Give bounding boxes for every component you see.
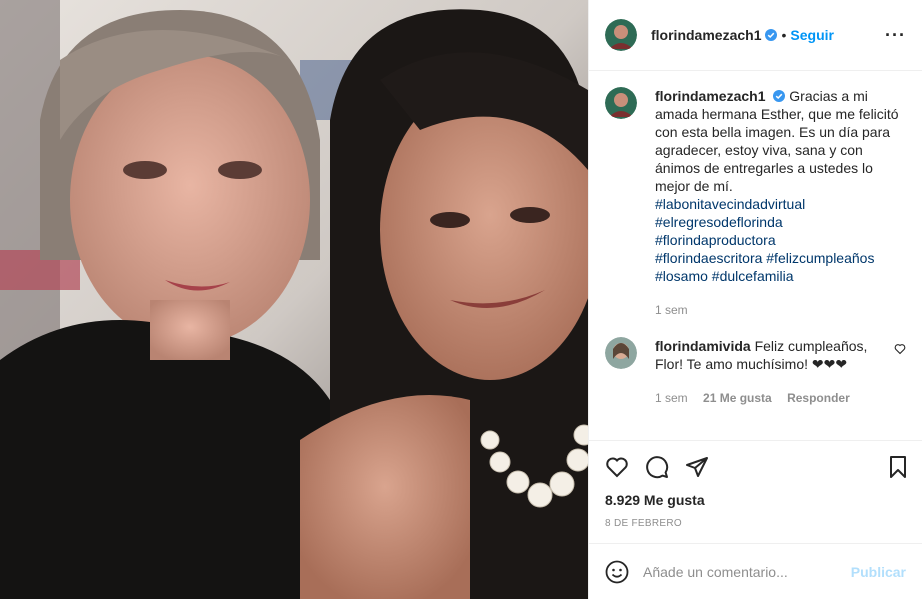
- hashtag-link[interactable]: #losamo #dulcefamilia: [655, 267, 906, 285]
- caption-username[interactable]: florindamezach1: [655, 88, 765, 104]
- caption-time[interactable]: 1 sem: [655, 303, 688, 317]
- post-photo[interactable]: [0, 0, 588, 599]
- comment-time[interactable]: 1 sem: [655, 391, 688, 405]
- save-bookmark-icon[interactable]: [886, 455, 910, 479]
- comment-item: florindamivida Feliz cumpleaños, Flor! T…: [605, 337, 906, 407]
- verified-badge-icon: [765, 29, 778, 41]
- hashtag-link[interactable]: #labonitavecindadvirtual: [655, 195, 906, 213]
- add-comment-bar: Publicar: [589, 543, 922, 599]
- comment-body: florindamivida Feliz cumpleaños, Flor! T…: [655, 337, 894, 407]
- post-view: florindamezach1 • Seguir ··· florindamez…: [0, 0, 922, 599]
- action-bar: [589, 440, 922, 492]
- publish-button[interactable]: Publicar: [851, 564, 906, 580]
- reply-button[interactable]: Responder: [787, 391, 850, 405]
- hashtag-link[interactable]: #florindaescritora #felizcumpleaños: [655, 249, 906, 267]
- caption: florindamezach1 Gracias a mi amada herma…: [605, 87, 906, 319]
- like-heart-icon[interactable]: [605, 455, 629, 479]
- comment-meta: 1 sem 21 Me gusta Responder: [655, 389, 894, 407]
- follow-button[interactable]: Seguir: [790, 27, 834, 43]
- post-date[interactable]: 8 DE FEBRERO: [589, 508, 922, 529]
- hashtag-link[interactable]: #florindaproductora: [655, 231, 906, 249]
- like-comment-icon[interactable]: [894, 343, 906, 355]
- commenter-avatar[interactable]: [605, 337, 637, 369]
- share-send-icon[interactable]: [685, 455, 709, 479]
- comment-likes[interactable]: 21 Me gusta: [703, 391, 772, 405]
- author-avatar[interactable]: [605, 19, 637, 51]
- likes-count[interactable]: 8.929 Me gusta: [589, 492, 922, 508]
- author-username[interactable]: florindamezach1: [651, 27, 761, 43]
- hashtag-link[interactable]: #elregresodeflorinda: [655, 213, 906, 231]
- separator-dot: •: [781, 27, 787, 43]
- comment-bubble-icon[interactable]: [645, 455, 669, 479]
- post-header: florindamezach1 • Seguir ···: [589, 0, 922, 71]
- post-sidebar: florindamezach1 • Seguir ··· florindamez…: [588, 0, 922, 599]
- emoji-icon[interactable]: [605, 560, 629, 584]
- comments-area[interactable]: florindamezach1 Gracias a mi amada herma…: [589, 71, 922, 440]
- caption-meta: 1 sem: [655, 301, 906, 319]
- caption-body: florindamezach1 Gracias a mi amada herma…: [655, 87, 906, 319]
- photo-image: [0, 0, 588, 599]
- caption-avatar[interactable]: [605, 87, 637, 119]
- commenter-username[interactable]: florindamivida: [655, 338, 751, 354]
- more-options-icon[interactable]: ···: [885, 25, 906, 46]
- verified-badge-icon: [773, 90, 786, 102]
- comment-input[interactable]: [643, 563, 851, 580]
